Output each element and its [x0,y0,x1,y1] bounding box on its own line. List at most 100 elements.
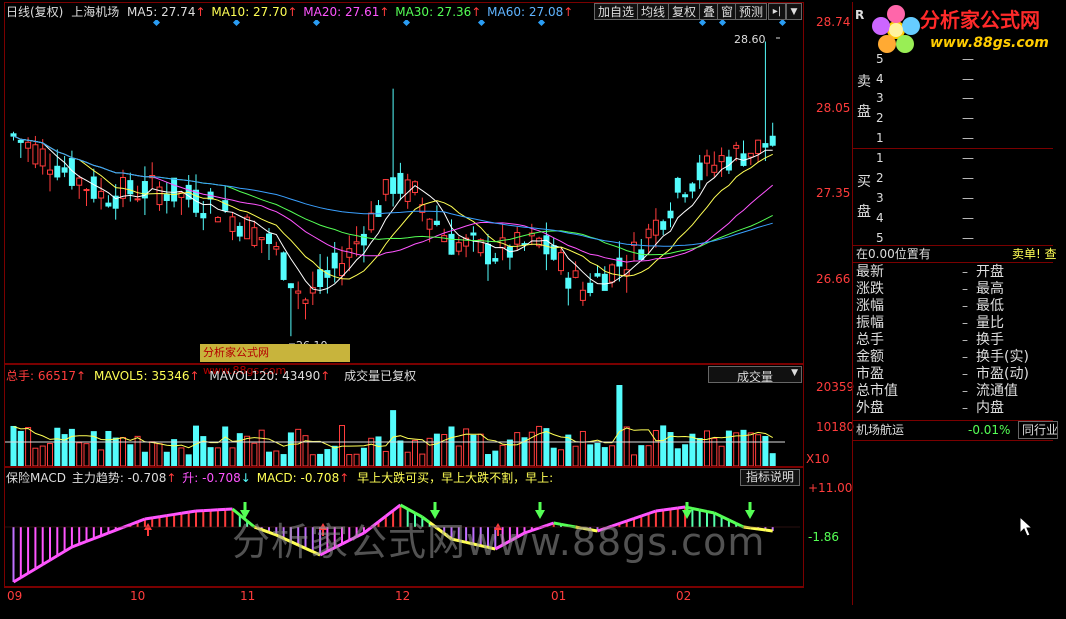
price-axis-label: 28.05 [816,101,851,115]
candle-body [360,233,367,246]
buy-dash: — [962,151,974,165]
candle-body [10,133,17,137]
macd-trend-line [231,507,241,517]
window-button[interactable]: 窗 [717,3,738,20]
up-arrow-icon: ↑ [195,5,206,19]
price-chart[interactable] [5,20,803,363]
volume-chart[interactable] [5,385,803,466]
event-marker-icon [477,20,486,27]
price-axis-label: 28.74 [816,15,851,29]
buy-dash: — [962,171,974,185]
volume-bar [17,430,24,466]
period-label: 日线(复权) [6,5,64,19]
ma-button[interactable]: 均线 [637,3,670,20]
macd-trend-line [640,512,650,518]
volume-bar [244,435,251,466]
volume-bar [185,454,192,466]
volume-bar [32,447,39,466]
candle-body [17,139,24,143]
overlay-button[interactable]: 叠 [699,3,720,20]
up-arrow-icon: ↑ [189,369,200,383]
candle-body [572,270,579,278]
volume-bar [638,445,645,466]
volume-bar [68,428,75,466]
status-message-link[interactable]: 卖单! 查 [1012,247,1057,261]
macd-trend-line [27,567,37,575]
volume-bar [718,445,725,466]
sell-dash: — [962,131,974,145]
macd-trend-line [399,503,409,511]
volume-bar [25,427,32,466]
macd-trend-line [100,531,109,538]
candle-body [375,205,382,217]
stat-label: 涨跌 [856,281,884,297]
volume-bar [171,439,178,466]
volume-bar [419,453,426,466]
buy-label-bottom: 盘 [857,204,871,220]
macd-trend-line [85,537,95,543]
buy-dash: — [962,211,974,225]
r-mark: R [855,8,865,22]
volume-bar [623,426,630,466]
candle-body [696,162,703,181]
volume-bar [156,443,163,466]
candle-body [426,218,433,230]
volume-bar [609,445,616,466]
buy-label-top: 买 [857,174,871,190]
volume-bar [309,454,316,466]
volume-indicator-select[interactable]: 成交量 ▼ [708,366,802,384]
volume-bar [222,426,229,466]
volume-bar [83,443,90,466]
event-marker-icon [402,20,411,27]
macd-trend-line [129,520,139,527]
candle-body [390,177,397,194]
stat-label: 市盈 [856,366,884,382]
mouse-cursor-icon [1019,516,1033,537]
candle-body [302,299,309,304]
stat-label: 流通值 [976,383,1018,399]
main-chart-header: 日线(复权) 上海机场 MA5: 27.74↑ MA10: 27.70↑ MA2… [6,5,573,19]
rights-button[interactable]: 复权 [668,3,701,20]
logo-url: www.88gs.com [930,35,1049,51]
volume-bar [251,442,258,466]
date-label: 10 [130,589,146,603]
macd-trend-line [166,512,175,518]
stat-label: 最新 [856,264,884,280]
sell-label-top: 卖 [857,74,871,90]
volume-bar [207,447,214,466]
toolbar-dropdown[interactable]: ▼ [786,3,802,20]
candle-body [718,155,725,163]
candle-body [667,210,674,219]
stat-label: 总市值 [856,383,898,399]
volume-bar [178,447,185,466]
volume-bar [594,443,601,466]
stat-value-dash: – [962,333,968,347]
volume-bar [492,450,499,466]
buy-dash: — [962,231,974,245]
macd-trend-line [20,571,29,579]
price-axis-label: 26.66 [816,272,851,286]
ma5-label: MA5: 27.74 [127,5,196,19]
ma60-label: MA60: 27.08 [487,5,564,19]
volume-bar [236,433,243,466]
sell-arrow-icon [745,502,755,519]
sector-tab[interactable]: 同行业 [1018,421,1058,439]
candle-body [236,225,243,237]
volume-bar [660,425,667,466]
chevron-down-icon: ▼ [791,368,798,378]
buy-level: 3 [876,191,884,205]
add-favorite-button[interactable]: 加自选 [594,3,639,20]
volume-bar [485,454,491,466]
indicator-explain-button[interactable]: 指标说明 [740,469,800,486]
volume-bar [375,436,382,466]
buy-dash: — [962,191,974,205]
volume-bar [98,449,105,466]
menu-toggle-button[interactable]: ▸| [768,3,786,20]
sell-level: 5 [876,52,884,66]
macd-trend-line [670,506,679,511]
volume-bar [141,451,148,466]
forecast-button[interactable]: 预测 [735,3,768,20]
volume-bar [229,447,236,466]
candle-body [747,152,754,158]
macd-trend-line [414,511,424,519]
